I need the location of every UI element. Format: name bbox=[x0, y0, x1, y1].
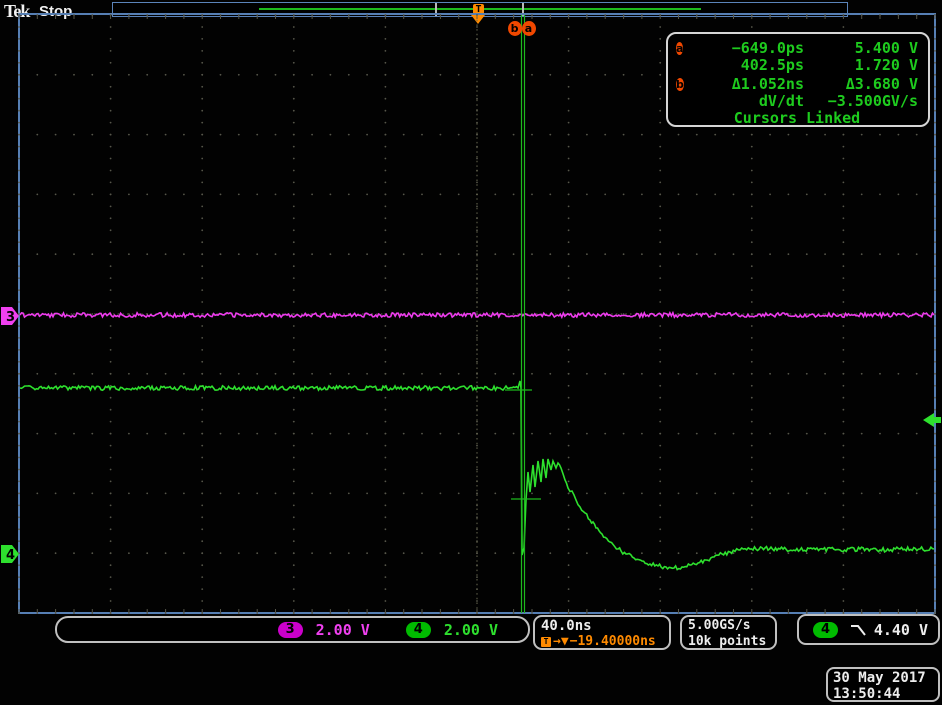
trigger-box[interactable]: 4 4.40 V bbox=[797, 614, 940, 645]
trigger-level-value: 4.40 V bbox=[874, 621, 928, 639]
cursor-b-handle[interactable]: b bbox=[508, 21, 522, 36]
cursor-a-time: −649.0ps bbox=[700, 39, 804, 57]
cursor-a-badge: a bbox=[676, 42, 683, 55]
channel-4-badge[interactable]: 4 bbox=[406, 622, 431, 638]
channel-4-scale: 2.00 V bbox=[444, 621, 498, 639]
channel-markers[interactable]: 34 bbox=[1, 307, 941, 563]
sample-rate: 5.00GS/s bbox=[688, 618, 769, 634]
record-length: 10k points bbox=[688, 634, 769, 650]
cursor-a-handle[interactable]: a bbox=[522, 21, 536, 36]
date-label: 30 May 2017 bbox=[833, 670, 933, 686]
cursor-delta-time: Δ1.052ns bbox=[700, 75, 804, 93]
svg-text:4: 4 bbox=[6, 548, 15, 563]
cursor-b-badge: b bbox=[676, 78, 684, 91]
falling-edge-icon bbox=[850, 623, 868, 637]
trigger-source-badge: 4 bbox=[813, 622, 838, 638]
acquisition-box[interactable]: 5.00GS/s 10k points bbox=[680, 615, 777, 650]
timebase-scale: 40.0ns bbox=[541, 618, 663, 634]
time-label: 13:50:44 bbox=[833, 686, 933, 702]
channel-3-scale: 2.00 V bbox=[316, 621, 370, 639]
cursor-delta-volt: Δ3.680 V bbox=[804, 75, 918, 93]
cursors-linked-label: Cursors Linked bbox=[676, 110, 918, 127]
oscilloscope-screen: Tek Stop T 34 b a a −649.0ps 5.400 V 402… bbox=[0, 0, 942, 705]
trigger-delay-value: −19.40000ns bbox=[570, 634, 656, 649]
channel-scale-bar[interactable]: 3 2.00 V 4 2.00 V bbox=[55, 616, 530, 643]
cursor-readout-box: a −649.0ps 5.400 V 402.5ps 1.720 V b Δ1.… bbox=[666, 32, 930, 127]
delay-arrow-icons: →▼ bbox=[553, 634, 569, 649]
svg-text:3: 3 bbox=[6, 310, 15, 325]
waveform-traces bbox=[20, 313, 934, 570]
cursor-b-volt: 1.720 V bbox=[804, 56, 918, 74]
timebase-box[interactable]: 40.0ns T →▼ −19.40000ns bbox=[533, 615, 671, 650]
channel-3-badge[interactable]: 3 bbox=[278, 622, 303, 638]
datetime-box: 30 May 2017 13:50:44 bbox=[826, 667, 940, 702]
cursor-b-time: 402.5ps bbox=[700, 56, 804, 74]
dvdt-value: −3.500GV/s bbox=[804, 92, 918, 110]
dvdt-label: dV/dt bbox=[700, 92, 804, 110]
cursor-a-volt: 5.400 V bbox=[804, 39, 918, 57]
trigger-t-icon-small: T bbox=[541, 637, 551, 647]
